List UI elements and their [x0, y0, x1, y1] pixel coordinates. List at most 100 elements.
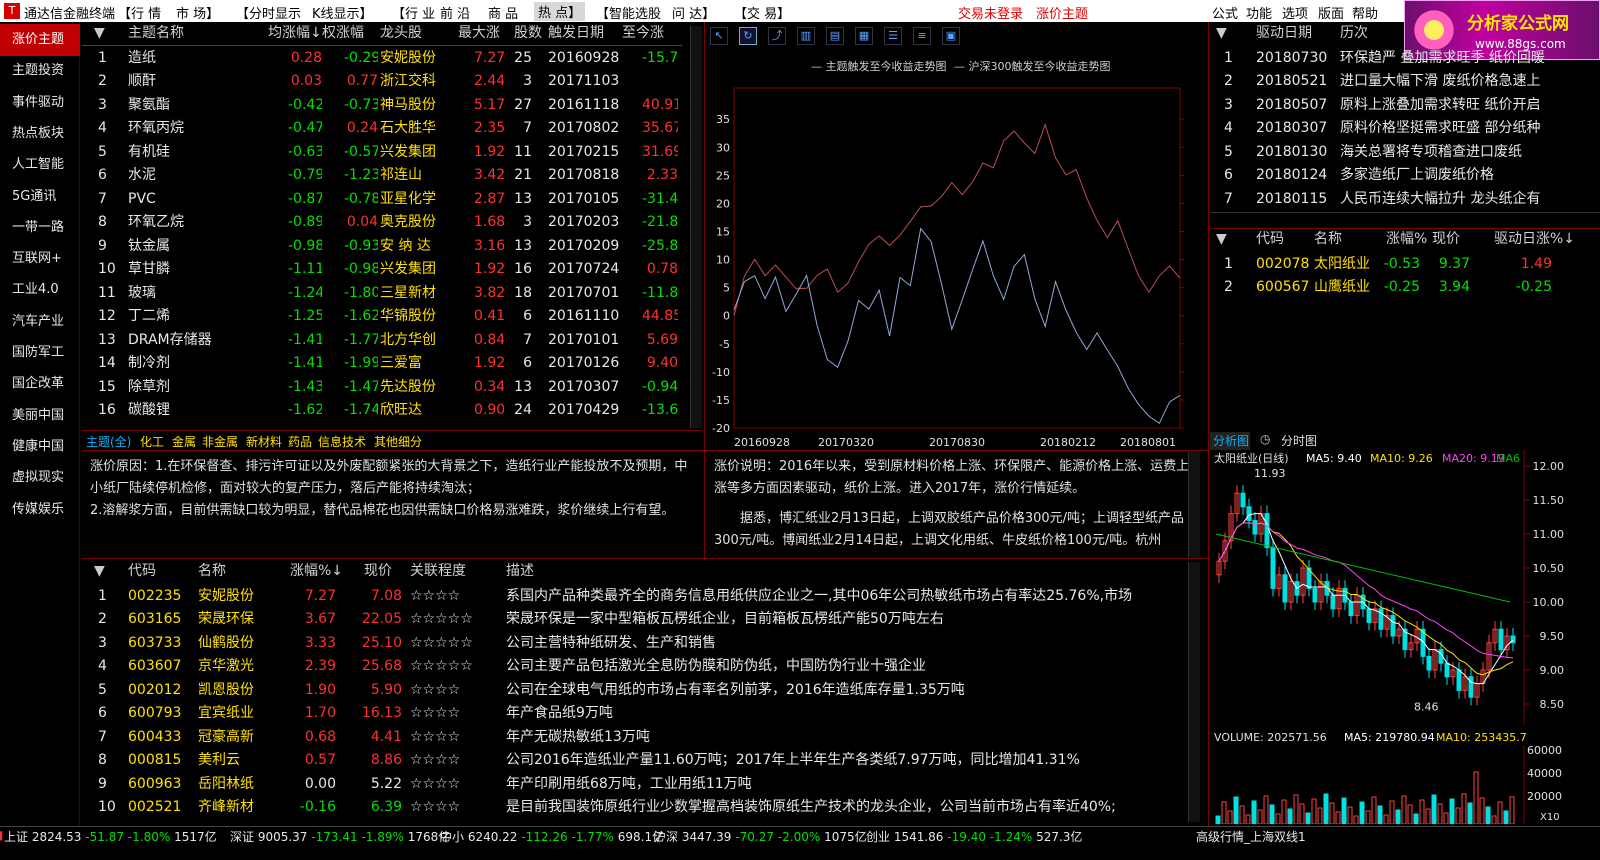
sort-arrow-icon[interactable]: ▼ [1216, 228, 1227, 252]
table-row[interactable]: 4 环氧丙烷 -0.47 0.24 石大胜华 2.35 7 20170802 35.67 [82, 117, 682, 141]
stock-col-header-5[interactable]: 描述 [506, 560, 534, 584]
table-row[interactable]: 3 20180507 原料上涨叠加需求转旺 纸价开启 [1210, 94, 1600, 118]
table-row[interactable]: 1 造纸 0.28 -0.29安妮股份 7.27 25 20160928 -15.72 [82, 47, 682, 71]
theme-col-header-3[interactable]: 龙头股 [380, 22, 422, 46]
drive-table-scrollbar[interactable] [1210, 212, 1600, 213]
table-row[interactable]: 7 PVC -0.87 -0.78亚星化学 2.87 13 20170105 -31.49 [82, 188, 682, 212]
table-row[interactable]: 6 20180124 多家造纸厂上调废纸价格 [1210, 164, 1600, 188]
sort-arrow-icon[interactable]: ▼ [94, 560, 105, 584]
theme-tab-7[interactable]: 其他细分 [374, 433, 422, 450]
menu-item-3[interactable]: K线显示】 [312, 3, 373, 22]
menu-item-4[interactable]: 【行 业 [392, 3, 435, 22]
theme-col-header-5[interactable]: 股数 [514, 22, 542, 46]
sidebar-item-2[interactable]: 事件驱动 [0, 87, 80, 119]
leader-col-header-3[interactable]: 现价 [1432, 228, 1460, 252]
tab-analysis-chart[interactable]: 分析图 [1210, 432, 1250, 450]
menu-item-7[interactable]: 热 点】 [534, 2, 586, 21]
bar-icon[interactable]: ▥ [797, 27, 815, 45]
index-1[interactable]: 深证 9005.37 -173.41 -1.89% 1768亿 [230, 828, 450, 845]
sidebar-item-8[interactable]: 工业4.0 [0, 274, 80, 306]
table-row[interactable]: 2 600567 山鹰纸业 -0.25 3.94 -0.25 [1210, 276, 1600, 300]
sidebar-item-1[interactable]: 主题投资 [0, 55, 80, 87]
sidebar-item-6[interactable]: 一带一路 [0, 212, 80, 244]
explain-scrollbar[interactable] [1188, 452, 1200, 558]
menu-item-0[interactable]: 【行 情 [118, 3, 161, 22]
theme-col-header-2[interactable]: 权涨幅 [322, 22, 364, 46]
table-row[interactable]: 3 聚氨酯 -0.42 -0.73 神马股份 5.17 27 20161118 40.91 [82, 94, 682, 118]
table-row[interactable]: 8 环氧乙烷 -0.89 0.04奥克股份 1.68 3 20170203 -21.88 [82, 211, 682, 235]
refresh-icon[interactable]: ↻ [739, 27, 757, 45]
table-row[interactable]: 2 顺酐 0.03 0.77 浙江交科 2.44 3 20171103 [82, 70, 682, 94]
table-row[interactable]: 7 600433 冠豪高新 0.68 4.41 ☆☆☆☆ 年产无碳热敏纸13万吨 [82, 726, 1182, 750]
theme-tab-3[interactable]: 非金属 [202, 433, 238, 450]
sidebar-item-5[interactable]: 5G通讯 [0, 181, 80, 213]
index-4[interactable]: 创业 1541.86 -19.40 -1.24% 527.3亿 [866, 828, 1082, 845]
tab-intraday-chart[interactable]: 分时图 [1278, 432, 1322, 450]
sidebar-item-10[interactable]: 国防军工 [0, 337, 80, 369]
bar2-icon[interactable]: ▤ [826, 27, 844, 45]
current-theme-link[interactable]: 涨价主题 [1036, 3, 1088, 22]
menu-item-9[interactable]: 问 达】 [672, 3, 715, 22]
leader-col-header-4[interactable]: 驱动日涨%↓ [1494, 228, 1575, 252]
pointer-icon[interactable]: ↖ [710, 27, 728, 45]
right-menu-item-4[interactable]: 帮助 [1352, 3, 1378, 22]
table-row[interactable]: 6 水泥 -0.79 -1.23 祁连山 3.42 21 20170818 2.33 [82, 164, 682, 188]
stock-table-scrollbar[interactable] [1188, 562, 1200, 822]
theme-tab-4[interactable]: 新材料 [246, 433, 282, 450]
right-menu-item-1[interactable]: 功能 [1246, 3, 1272, 22]
sidebar-item-3[interactable]: 热点板块 [0, 118, 80, 150]
table-row[interactable]: 2 20180521 进口量大幅下滑 废纸价格急速上 [1210, 70, 1600, 94]
menu-item-8[interactable]: 【智能选股 [596, 3, 661, 22]
table-row[interactable]: 5 20180130 海关总署将专项稽查进口废纸 [1210, 141, 1600, 165]
table-row[interactable]: 6 600793 宜宾纸业 1.70 16.13 ☆☆☆☆ 年产食品纸9万吨 [82, 702, 1182, 726]
theme-col-header-6[interactable]: 触发日期 [548, 22, 604, 46]
right-menu-item-3[interactable]: 版面 [1318, 3, 1344, 22]
table-row[interactable]: 4 603607 京华激光 2.39 25.68 ☆☆☆☆☆ 公司主要产品包括激光全息防伪膜… [82, 655, 1182, 679]
leader-col-header-2[interactable]: 涨幅% [1386, 228, 1427, 252]
theme-tab-5[interactable]: 药品 [288, 433, 312, 450]
sidebar-item-14[interactable]: 虚拟现实 [0, 462, 80, 494]
list-icon[interactable]: ☰ [884, 27, 902, 45]
index-3[interactable]: 沪深 3447.39 -70.27 -2.00% 1075亿 [654, 828, 867, 845]
table-row[interactable]: 9 600963 岳阳林纸 0.00 5.22 ☆☆☆☆ 年产印刷用纸68万吨，工业用纸11… [82, 773, 1182, 797]
table-row[interactable]: 9 钛金属 -0.98 -0.93安 纳 达 3.16 13 20170209 -25.86 [82, 235, 682, 259]
stock-col-header-1[interactable]: 名称 [198, 560, 226, 584]
theme-tab-2[interactable]: 金属 [172, 433, 196, 450]
login-status-link[interactable]: 交易未登录 [958, 3, 1023, 22]
sidebar-item-0[interactable]: 涨价主题 [0, 24, 80, 56]
menu-item-5[interactable]: 前 沿 [440, 3, 470, 22]
table-row[interactable]: 4 20180307 原料价格坚挺需求旺盛 部分纸种 [1210, 117, 1600, 141]
theme-tab-1[interactable]: 化工 [140, 433, 164, 450]
table-row[interactable]: 5 有机硅 -0.63 -0.57 兴发集团 1.92 11 20170215 31.69 [82, 141, 682, 165]
menu-item-2[interactable]: 【分时显示 [236, 3, 301, 22]
theme-col-header-7[interactable]: 至今涨 [622, 22, 664, 46]
drive-col-header-0[interactable]: 驱动日期 [1256, 22, 1312, 46]
window-icon[interactable]: ▣ [942, 27, 960, 45]
table-row[interactable]: 5 002012 凯恩股份 1.90 5.90 ☆☆☆☆ 公司在全球电气用纸的市场占有率名列… [82, 679, 1182, 703]
menu-icon[interactable]: ≡ [913, 27, 931, 45]
sidebar-item-15[interactable]: 传媒娱乐 [0, 494, 80, 526]
menu-item-6[interactable]: 商 品 [488, 3, 518, 22]
sidebar-item-7[interactable]: 互联网+ [0, 243, 80, 275]
table-row[interactable]: 14 制冷剂 -1.41 -1.99 三爱富 1.92 6 20170126 9.40 [82, 352, 682, 376]
table-row[interactable]: 16 碳酸锂 -1.62 -1.74欣旺达 0.90 24 20170429 -13.62 [82, 399, 682, 423]
stock-col-header-2[interactable]: 涨幅%↓ [290, 560, 343, 584]
right-menu-item-2[interactable]: 选项 [1282, 3, 1308, 22]
table-row[interactable]: 10 草甘膦 -1.11 -0.98 兴发集团 1.92 16 20170724 0.78 [82, 258, 682, 282]
sort-arrow-icon[interactable]: ▼ [1216, 22, 1227, 46]
menu-item-10[interactable]: 【交 易】 [734, 3, 790, 22]
sidebar-item-12[interactable]: 美丽中国 [0, 400, 80, 432]
theme-tab-0[interactable]: 主题(全) [86, 433, 131, 450]
menu-item-1[interactable]: 市 场】 [176, 3, 219, 22]
table-row[interactable]: 11 玻璃 -1.24 -1.80三星新材 3.82 18 20170701 -11.89 [82, 282, 682, 306]
table-row[interactable]: 12 丁二烯 -1.25 -1.62 华锦股份 0.41 6 20161110 44.85 [82, 305, 682, 329]
sort-arrow-icon[interactable]: ▼ [94, 22, 105, 46]
table-row[interactable]: 1 002078 太阳纸业 -0.53 9.37 1.49 [1210, 253, 1600, 277]
table-row[interactable]: 2 603165 荣晟环保 3.67 22.05 ☆☆☆☆☆ 荣晟环保是一家中型箱板瓦楞纸企… [82, 608, 1182, 632]
table-row[interactable]: 10 002521 齐峰新材 -0.16 6.39 ☆☆☆☆ 是目前我国装饰原纸行业少数掌握… [82, 796, 1182, 820]
stock-col-header-3[interactable]: 现价 [364, 560, 392, 584]
right-menu-item-0[interactable]: 公式 [1212, 3, 1238, 22]
leader-col-header-1[interactable]: 名称 [1314, 228, 1342, 252]
sidebar-item-11[interactable]: 国企改革 [0, 368, 80, 400]
area-icon[interactable]: ▦ [855, 27, 873, 45]
